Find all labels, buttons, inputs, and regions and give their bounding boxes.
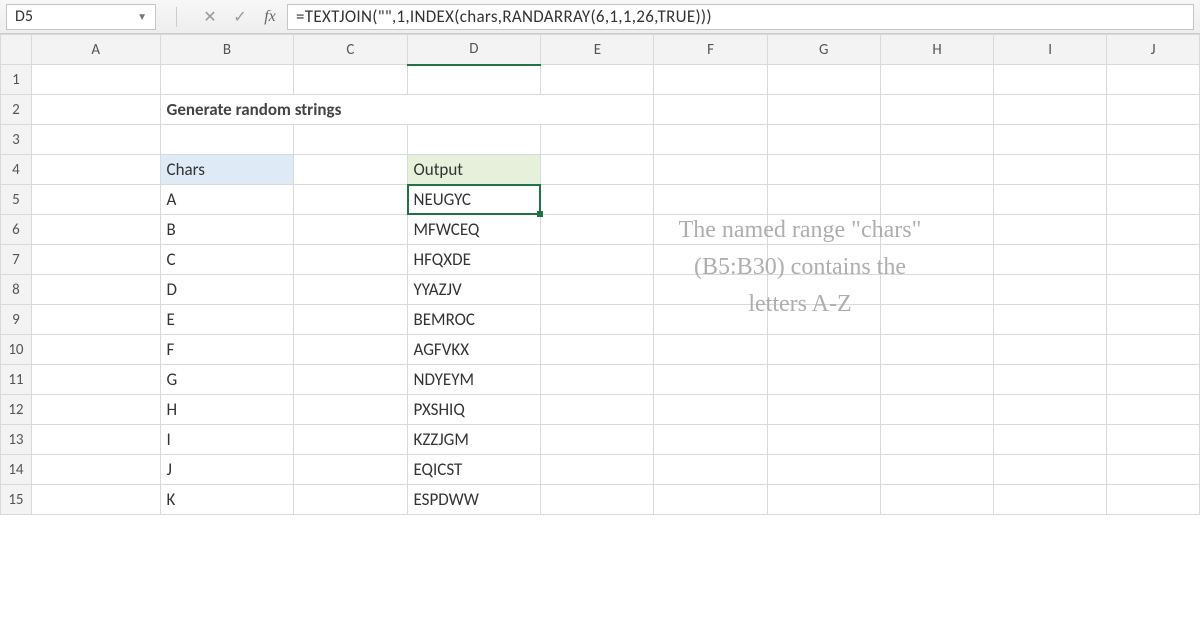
cell[interactable]: F — [160, 335, 294, 365]
cancel-icon[interactable]: ✕ — [197, 4, 223, 30]
cell[interactable]: PXSHIQ — [407, 395, 541, 425]
cell[interactable]: C — [160, 245, 294, 275]
spreadsheet-grid[interactable]: A B C D E F G H I J 1 2 Generate random … — [0, 34, 1200, 515]
row-header[interactable]: 6 — [1, 215, 32, 245]
active-cell[interactable]: NEUGYC — [407, 185, 541, 215]
dropdown-icon[interactable]: ▼ — [137, 10, 147, 23]
enter-icon[interactable]: ✓ — [227, 4, 253, 30]
cell[interactable]: Chars — [160, 155, 294, 185]
row-header[interactable]: 11 — [1, 365, 32, 395]
cell[interactable]: A — [160, 185, 294, 215]
row-header[interactable]: 7 — [1, 245, 32, 275]
row-header[interactable]: 9 — [1, 305, 32, 335]
col-header-C[interactable]: C — [294, 35, 407, 65]
cell[interactable]: J — [160, 455, 294, 485]
col-header-I[interactable]: I — [994, 35, 1107, 65]
cell[interactable]: KZZJGM — [407, 425, 541, 455]
cell[interactable]: G — [160, 365, 294, 395]
cell[interactable]: E — [160, 305, 294, 335]
cell[interactable]: YYAZJV — [407, 275, 541, 305]
col-header-B[interactable]: B — [160, 35, 294, 65]
row-header[interactable]: 12 — [1, 395, 32, 425]
cell[interactable]: ESPDWW — [407, 485, 541, 515]
cell[interactable]: K — [160, 485, 294, 515]
formula-input[interactable]: =TEXTJOIN("",1,INDEX(chars,RANDARRAY(6,1… — [287, 4, 1194, 30]
column-header-row: A B C D E F G H I J — [1, 35, 1200, 65]
row-header[interactable]: 13 — [1, 425, 32, 455]
sheet-area: A B C D E F G H I J 1 2 Generate random … — [0, 34, 1200, 515]
row-header[interactable]: 1 — [1, 65, 32, 95]
row-header[interactable]: 3 — [1, 125, 32, 155]
select-all-corner[interactable] — [1, 35, 32, 65]
cell[interactable]: Output — [407, 155, 541, 185]
cell[interactable]: AGFVKX — [407, 335, 541, 365]
col-header-H[interactable]: H — [880, 35, 993, 65]
row-header[interactable]: 2 — [1, 95, 32, 125]
cell[interactable]: MFWCEQ — [407, 215, 541, 245]
formula-bar: D5 ▼ ✕ ✓ fx =TEXTJOIN("",1,INDEX(chars,R… — [0, 0, 1200, 34]
col-header-G[interactable]: G — [767, 35, 880, 65]
divider — [176, 7, 177, 27]
row-header[interactable]: 4 — [1, 155, 32, 185]
page-title: Generate random strings — [160, 95, 654, 125]
cell[interactable]: I — [160, 425, 294, 455]
name-box-value: D5 — [15, 7, 33, 26]
row-header[interactable]: 8 — [1, 275, 32, 305]
cell[interactable]: NDYEYM — [407, 365, 541, 395]
row-header[interactable]: 10 — [1, 335, 32, 365]
col-header-D[interactable]: D — [407, 35, 541, 65]
formula-text: =TEXTJOIN("",1,INDEX(chars,RANDARRAY(6,1… — [296, 6, 712, 27]
col-header-J[interactable]: J — [1107, 35, 1200, 65]
row-header[interactable]: 14 — [1, 455, 32, 485]
cell[interactable]: HFQXDE — [407, 245, 541, 275]
col-header-E[interactable]: E — [541, 35, 654, 65]
cell[interactable]: H — [160, 395, 294, 425]
col-header-F[interactable]: F — [654, 35, 767, 65]
row-header[interactable]: 15 — [1, 485, 32, 515]
cell[interactable]: EQICST — [407, 455, 541, 485]
col-header-A[interactable]: A — [31, 35, 160, 65]
fx-icon[interactable]: fx — [257, 4, 283, 30]
cell[interactable]: BEMROC — [407, 305, 541, 335]
row-header[interactable]: 5 — [1, 185, 32, 215]
name-box[interactable]: D5 ▼ — [6, 4, 156, 30]
cell[interactable]: B — [160, 215, 294, 245]
cell[interactable]: D — [160, 275, 294, 305]
